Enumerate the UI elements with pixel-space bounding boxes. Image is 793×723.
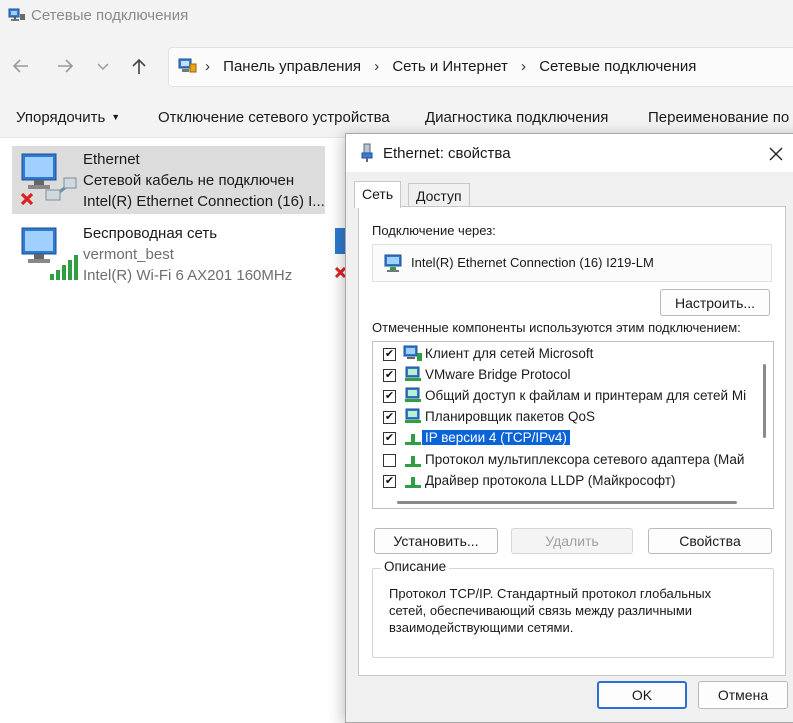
adapter-name: Intel(R) Ethernet Connection (16) I219-L…	[411, 255, 654, 270]
component-label: IP версии 4 (TCP/IPv4)	[422, 430, 570, 445]
breadcrumb-network-connections[interactable]: Сетевые подключения	[539, 58, 696, 75]
component-checkbox[interactable]: ✔	[383, 348, 396, 361]
recent-locations-button[interactable]	[91, 54, 115, 78]
network-service-icon	[403, 387, 423, 408]
uninstall-button: Удалить	[511, 528, 633, 554]
network-connections-icon	[8, 8, 26, 29]
chevron-right-icon: ›	[521, 58, 527, 75]
scrollbar-thumb[interactable]	[397, 501, 737, 504]
navigation-bar: › Панель управления › Сеть и Интернет › …	[0, 34, 793, 98]
connection-status: Сетевой кабель не подключен	[83, 172, 295, 189]
window-title: Сетевые подключения	[31, 7, 189, 24]
connection-item-wifi[interactable]: Беспроводная сеть vermont_best Intel(R) …	[12, 220, 325, 288]
component-label: Драйвер протокола LLDP (Майкрософт)	[425, 473, 676, 488]
connection-name: Ethernet	[83, 151, 140, 168]
components-list[interactable]: ✔ Клиент для сетей Microsoft ✔ VMware Br…	[372, 341, 774, 509]
connection-status: vermont_best	[83, 246, 174, 263]
connect-using-label: Подключение через:	[372, 223, 496, 238]
breadcrumb-control-panel[interactable]: Панель управления	[223, 58, 361, 75]
caret-down-icon: ▼	[111, 112, 121, 122]
forward-button[interactable]	[53, 54, 77, 78]
control-panel-icon	[178, 57, 198, 80]
vertical-scrollbar[interactable]	[759, 344, 771, 494]
network-service-icon	[403, 366, 423, 387]
chevron-right-icon: ›	[205, 58, 210, 75]
properties-button[interactable]: Свойства	[648, 528, 772, 554]
component-checkbox[interactable]: ✔	[383, 475, 396, 488]
ethernet-properties-dialog: Ethernet: свойства Сеть Доступ Подключен…	[345, 133, 793, 723]
rename-button[interactable]: Переименование по	[648, 109, 789, 126]
cancel-button[interactable]: Отмена	[698, 681, 788, 709]
chevron-down-icon	[97, 63, 109, 71]
component-label: Общий доступ к файлам и принтерам для се…	[425, 388, 747, 403]
component-checkbox[interactable]: ✔	[383, 432, 396, 445]
description-group: Описание Протокол TCP/IP. Стандартный пр…	[372, 559, 774, 658]
network-adapter-icon	[360, 143, 374, 168]
network-service-icon	[403, 408, 423, 429]
connection-name: Беспроводная сеть	[83, 225, 218, 242]
configure-button[interactable]: Настроить...	[660, 289, 770, 316]
component-label: Клиент для сетей Microsoft	[425, 346, 594, 361]
component-checkbox[interactable]	[383, 454, 396, 467]
close-button[interactable]	[764, 142, 788, 166]
component-checkbox[interactable]: ✔	[383, 411, 396, 424]
command-toolbar: Упорядочить ▼ Отключение сетевого устройс…	[0, 98, 793, 138]
component-checkbox[interactable]: ✔	[383, 390, 396, 403]
component-checkbox[interactable]: ✔	[383, 369, 396, 382]
description-legend: Описание	[381, 559, 450, 574]
tab-sharing[interactable]: Доступ	[408, 183, 470, 207]
network-protocol-icon	[403, 451, 423, 472]
network-protocol-icon	[403, 429, 423, 450]
explorer-title-bar: Сетевые подключения	[0, 0, 793, 34]
adapter-field: Intel(R) Ethernet Connection (16) I219-L…	[372, 244, 772, 282]
horizontal-scrollbar[interactable]	[375, 498, 759, 508]
network-protocol-icon	[403, 472, 423, 493]
close-icon	[769, 147, 783, 161]
ok-button[interactable]: OK	[597, 681, 687, 709]
component-label: Протокол мультиплексора сетевого адаптер…	[425, 452, 745, 467]
arrow-right-icon	[58, 59, 74, 73]
connection-adapter: Intel(R) Ethernet Connection (16) I...	[83, 193, 325, 210]
tab-network[interactable]: Сеть	[354, 181, 402, 208]
arrow-up-icon	[132, 58, 146, 74]
install-button[interactable]: Установить...	[374, 528, 498, 554]
connection-adapter: Intel(R) Wi-Fi 6 AX201 160MHz	[83, 267, 293, 284]
dialog-title-bar: Ethernet: свойства	[346, 134, 793, 172]
wifi-adapter-icon	[18, 224, 80, 289]
back-button[interactable]	[9, 54, 33, 78]
arrow-left-icon	[12, 59, 28, 73]
ethernet-adapter-icon	[18, 150, 80, 215]
chevron-right-icon: ›	[374, 58, 380, 75]
organize-menu[interactable]: Упорядочить ▼	[16, 109, 120, 126]
network-card-icon	[383, 253, 403, 278]
connection-item-ethernet[interactable]: Ethernet Сетевой кабель не подключен Int…	[12, 146, 325, 214]
scrollbar-thumb[interactable]	[763, 364, 766, 438]
network-client-icon	[403, 345, 423, 366]
description-text: Протокол TCP/IP. Стандартный протокол гл…	[389, 586, 712, 635]
breadcrumb-network-internet[interactable]: Сеть и Интернет	[392, 58, 508, 75]
disable-device-button[interactable]: Отключение сетевого устройства	[158, 109, 390, 126]
component-label: Планировщик пакетов QoS	[425, 409, 595, 424]
diagnose-button[interactable]: Диагностика подключения	[425, 109, 608, 126]
up-button[interactable]	[127, 54, 151, 78]
organize-label: Упорядочить	[16, 109, 106, 126]
components-label: Отмеченные компоненты используются этим …	[372, 320, 741, 335]
component-label: VMware Bridge Protocol	[425, 367, 571, 382]
breadcrumb: › Панель управления › Сеть и Интернет › …	[203, 58, 696, 75]
address-bar[interactable]: › Панель управления › Сеть и Интернет › …	[168, 47, 793, 87]
dialog-title: Ethernet: свойства	[383, 145, 511, 162]
